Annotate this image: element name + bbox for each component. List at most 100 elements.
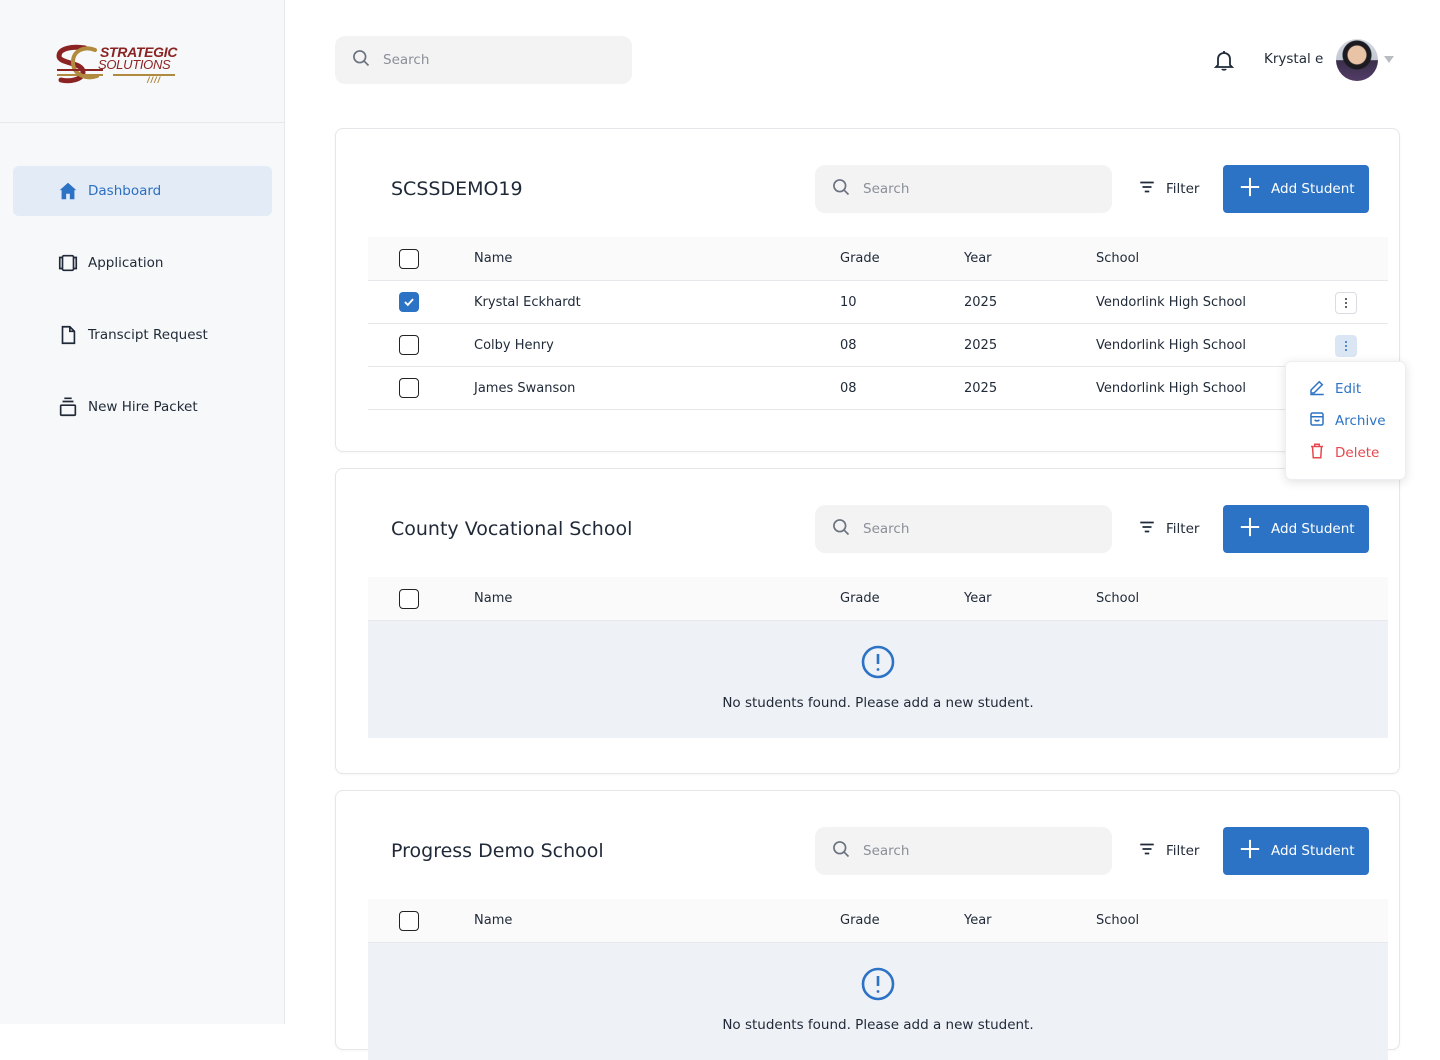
select-all-checkbox[interactable] bbox=[399, 588, 419, 609]
cell-year: 2025 bbox=[964, 380, 998, 396]
card-search-input[interactable] bbox=[863, 843, 1063, 859]
empty-message: No students found. Please add a new stud… bbox=[722, 1017, 1034, 1033]
card-title: SCSSDEMO19 bbox=[391, 178, 523, 200]
column-header-grade[interactable]: Grade bbox=[840, 237, 880, 280]
card-search[interactable] bbox=[815, 827, 1112, 875]
column-header-grade[interactable]: Grade bbox=[840, 899, 880, 942]
empty-state: No students found. Please add a new stud… bbox=[368, 943, 1388, 1060]
table-header: Name Grade Year School bbox=[368, 899, 1388, 943]
column-header-year[interactable]: Year bbox=[964, 237, 992, 280]
sidebar-nav: Dashboard Application Transcipt Request … bbox=[13, 166, 272, 454]
brand-logo[interactable]: STRATEGIC SOLUTIONS //// bbox=[55, 42, 180, 90]
add-student-button[interactable]: Add Student bbox=[1223, 827, 1369, 875]
column-header-name[interactable]: Name bbox=[474, 237, 512, 280]
alert-circle-icon bbox=[861, 645, 895, 679]
table-row[interactable]: Krystal Eckhardt 10 2025 Vendorlink High… bbox=[368, 281, 1388, 324]
cell-grade: 08 bbox=[840, 337, 857, 353]
sidebar-item-application[interactable]: Application bbox=[13, 238, 272, 288]
plus-icon bbox=[1239, 838, 1261, 864]
column-header-school[interactable]: School bbox=[1096, 577, 1139, 620]
cell-name: James Swanson bbox=[474, 380, 576, 396]
filter-icon bbox=[1138, 840, 1156, 862]
column-header-school[interactable]: School bbox=[1096, 237, 1139, 280]
select-all-cell bbox=[399, 899, 419, 942]
document-icon bbox=[57, 324, 79, 346]
select-all-checkbox[interactable] bbox=[399, 910, 419, 931]
cell-name: Colby Henry bbox=[474, 337, 554, 353]
row-checkbox[interactable] bbox=[399, 378, 419, 398]
select-all-cell bbox=[399, 577, 419, 620]
cell-grade: 08 bbox=[840, 380, 857, 396]
table-row[interactable]: Colby Henry 08 2025 Vendorlink High Scho… bbox=[368, 324, 1388, 367]
add-student-label: Add Student bbox=[1271, 843, 1355, 859]
column-header-year[interactable]: Year bbox=[964, 577, 992, 620]
row-select-cell bbox=[399, 324, 419, 366]
brand-line2: SOLUTIONS bbox=[98, 57, 171, 72]
school-card: County Vocational School Filter Add Stud… bbox=[335, 468, 1400, 774]
card-search[interactable] bbox=[815, 505, 1112, 553]
bell-icon[interactable] bbox=[1212, 48, 1236, 72]
sidebar-item-transcript-request[interactable]: Transcipt Request bbox=[13, 310, 272, 360]
home-icon bbox=[57, 180, 79, 202]
filter-label: Filter bbox=[1166, 843, 1200, 859]
packet-icon bbox=[57, 396, 79, 418]
row-actions-button[interactable] bbox=[1335, 335, 1357, 357]
menu-item-archive[interactable]: Archive bbox=[1308, 411, 1386, 431]
row-actions-menu: Edit Archive Delete bbox=[1285, 361, 1406, 480]
cell-year: 2025 bbox=[964, 294, 998, 310]
row-select-cell bbox=[399, 281, 419, 323]
user-name[interactable]: Krystal e bbox=[1264, 51, 1323, 67]
alert-circle-icon bbox=[861, 967, 895, 1001]
cell-year: 2025 bbox=[964, 337, 998, 353]
chevron-down-icon[interactable] bbox=[1384, 56, 1394, 63]
column-header-year[interactable]: Year bbox=[964, 899, 992, 942]
school-card: SCSSDEMO19 Filter Add Student Name Grade… bbox=[335, 128, 1400, 452]
avatar[interactable] bbox=[1336, 39, 1378, 81]
filter-icon bbox=[1138, 518, 1156, 540]
logo-stripe bbox=[113, 74, 175, 76]
empty-state: No students found. Please add a new stud… bbox=[368, 621, 1388, 738]
empty-message: No students found. Please add a new stud… bbox=[722, 695, 1034, 711]
card-search-input[interactable] bbox=[863, 521, 1063, 537]
search-icon bbox=[831, 177, 851, 201]
sidebar-item-label: New Hire Packet bbox=[88, 399, 198, 415]
sidebar-item-label: Dashboard bbox=[88, 183, 162, 199]
column-header-grade[interactable]: Grade bbox=[840, 577, 880, 620]
search-icon bbox=[831, 839, 851, 863]
plus-icon bbox=[1239, 176, 1261, 202]
sidebar-item-new-hire-packet[interactable]: New Hire Packet bbox=[13, 382, 272, 432]
cell-school: Vendorlink High School bbox=[1096, 294, 1246, 310]
add-student-button[interactable]: Add Student bbox=[1223, 505, 1369, 553]
row-actions-button[interactable] bbox=[1335, 292, 1357, 314]
row-checkbox[interactable] bbox=[399, 335, 419, 355]
menu-item-delete[interactable]: Delete bbox=[1308, 443, 1379, 463]
pencil-icon bbox=[1308, 378, 1326, 400]
logo-dashes: //// bbox=[147, 75, 162, 85]
column-header-school[interactable]: School bbox=[1096, 899, 1139, 942]
table-row[interactable]: James Swanson 08 2025 Vendorlink High Sc… bbox=[368, 367, 1388, 410]
card-search[interactable] bbox=[815, 165, 1112, 213]
menu-item-edit[interactable]: Edit bbox=[1308, 379, 1361, 399]
global-search-input[interactable] bbox=[383, 52, 583, 68]
filter-button[interactable]: Filter bbox=[1138, 517, 1199, 541]
sidebar-item-dashboard[interactable]: Dashboard bbox=[13, 166, 272, 216]
select-all-checkbox[interactable] bbox=[399, 248, 419, 269]
filter-icon bbox=[1138, 178, 1156, 200]
school-card: Progress Demo School Filter Add Student … bbox=[335, 790, 1400, 1060]
archive-icon bbox=[1308, 410, 1326, 432]
check-icon bbox=[404, 298, 414, 307]
global-search[interactable] bbox=[335, 36, 632, 84]
card-title: County Vocational School bbox=[391, 518, 633, 540]
column-header-name[interactable]: Name bbox=[474, 577, 512, 620]
application-icon bbox=[57, 252, 79, 274]
row-checkbox[interactable] bbox=[399, 292, 419, 312]
cell-school: Vendorlink High School bbox=[1096, 337, 1246, 353]
logo-mark-icon bbox=[56, 44, 103, 84]
card-search-input[interactable] bbox=[863, 181, 1063, 197]
add-student-button[interactable]: Add Student bbox=[1223, 165, 1369, 213]
filter-button[interactable]: Filter bbox=[1138, 839, 1199, 863]
filter-button[interactable]: Filter bbox=[1138, 177, 1199, 201]
cell-grade: 10 bbox=[840, 294, 857, 310]
plus-icon bbox=[1239, 516, 1261, 542]
column-header-name[interactable]: Name bbox=[474, 899, 512, 942]
